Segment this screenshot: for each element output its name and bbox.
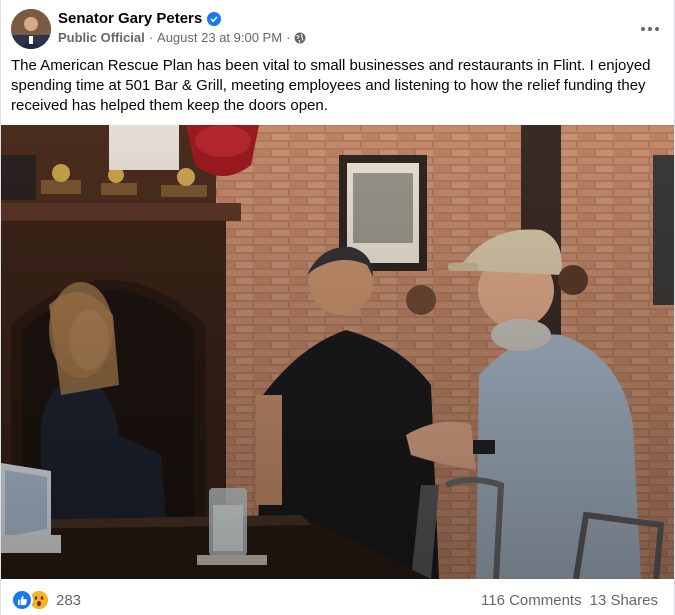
author-avatar[interactable]	[11, 9, 51, 49]
verified-badge-icon	[207, 11, 222, 26]
reaction-count: 283	[56, 591, 82, 609]
like-reaction-icon	[11, 589, 33, 611]
shares-count-link[interactable]: 13 Shares	[590, 592, 658, 609]
meta-separator: ·	[286, 30, 291, 45]
author-name[interactable]: Senator Gary Peters	[58, 10, 202, 27]
author-role: Public Official	[58, 30, 145, 45]
reaction-summary[interactable]: 283	[11, 589, 81, 611]
globe-icon[interactable]	[294, 32, 306, 44]
engagement-counts: 116 Comments 13 Shares	[481, 592, 658, 609]
meta-separator: ·	[148, 30, 154, 45]
post-timestamp[interactable]: August 23 at 9:00 PM	[157, 30, 282, 45]
post-footer: 283 116 Comments 13 Shares	[11, 589, 658, 611]
more-horizontal-icon	[641, 27, 645, 31]
post-photo[interactable]	[1, 125, 674, 579]
more-options-button[interactable]	[636, 15, 664, 43]
comments-count-link[interactable]: 116 Comments	[481, 592, 582, 609]
facebook-post: Senator Gary Peters Public Official · Au…	[0, 0, 675, 615]
post-header: Senator Gary Peters Public Official · Au…	[11, 9, 664, 49]
post-text: The American Rescue Plan has been vital …	[11, 57, 651, 114]
